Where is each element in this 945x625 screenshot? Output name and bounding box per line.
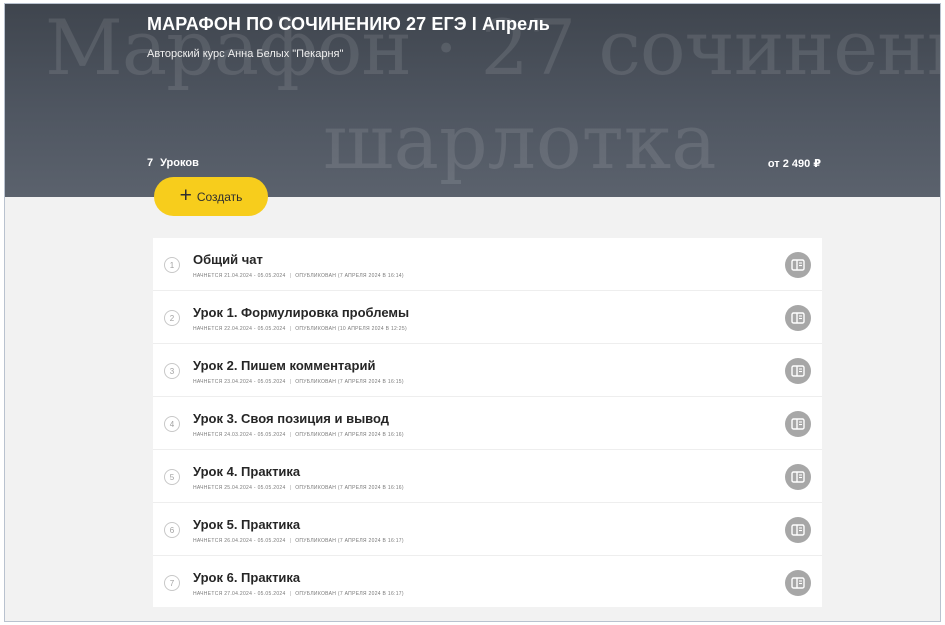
lesson-schedule: НАЧНЕТСЯ 21.04.2024 - 05.05.2024	[193, 273, 286, 279]
lesson-published: ОПУБЛИКОВАН (7 АПРЕЛЯ 2024 В 16:17)	[295, 538, 404, 544]
price: от 2 490 ₽	[767, 158, 821, 170]
course-subtitle: Авторский курс Анна Белых "Пекарня"	[147, 48, 344, 60]
lesson-list: 1 Общий чат НАЧНЕТСЯ 21.04.2024 - 05.05.20…	[153, 238, 822, 607]
lesson-schedule: НАЧНЕТСЯ 25.04.2024 - 05.05.2024	[193, 485, 286, 491]
meta-divider: |	[289, 538, 292, 544]
lesson-title[interactable]: Урок 2. Пишем комментарий	[193, 358, 375, 373]
lesson-schedule: НАЧНЕТСЯ 24.03.2024 - 05.05.2024	[193, 432, 286, 438]
meta-divider: |	[289, 379, 292, 385]
lesson-row[interactable]: 7 Урок 6. Практика НАЧНЕТСЯ 27.04.2024 - 0…	[153, 556, 822, 609]
lesson-row[interactable]: 5 Урок 4. Практика НАЧНЕТСЯ 25.04.2024 - 0…	[153, 450, 822, 503]
page-frame: Марафон · 27 сочинение шарлотка МАРАФОН …	[4, 3, 941, 622]
lesson-index: 3	[164, 363, 180, 379]
book-icon	[791, 577, 805, 589]
lesson-schedule: НАЧНЕТСЯ 27.04.2024 - 05.05.2024	[193, 591, 286, 597]
lesson-action-button[interactable]	[785, 252, 811, 278]
meta-divider: |	[289, 273, 292, 279]
meta-divider: |	[289, 326, 292, 332]
lesson-action-button[interactable]	[785, 411, 811, 437]
lesson-index: 1	[164, 257, 180, 273]
lesson-schedule: НАЧНЕТСЯ 22.04.2024 - 05.05.2024	[193, 326, 286, 332]
create-button-label: Создать	[196, 189, 243, 204]
meta-divider: |	[289, 432, 292, 438]
background-text: шарлотка	[323, 97, 717, 186]
lesson-row[interactable]: 6 Урок 5. Практика НАЧНЕТСЯ 26.04.2024 - 0…	[153, 503, 822, 556]
lesson-title[interactable]: Общий чат	[193, 252, 263, 267]
lesson-meta: НАЧНЕТСЯ 25.04.2024 - 05.05.2024 | ОПУБЛИК…	[193, 485, 404, 491]
meta-divider: |	[289, 485, 292, 491]
create-button[interactable]: + Создать	[154, 177, 268, 216]
book-icon	[791, 471, 805, 483]
book-icon	[791, 259, 805, 271]
lesson-published: ОПУБЛИКОВАН (7 АПРЕЛЯ 2024 В 16:17)	[295, 591, 404, 597]
lesson-published: ОПУБЛИКОВАН (7 АПРЕЛЯ 2024 В 16:16)	[295, 432, 404, 438]
lesson-published: ОПУБЛИКОВАН (7 АПРЕЛЯ 2024 В 16:15)	[295, 379, 404, 385]
lesson-index: 5	[164, 469, 180, 485]
lesson-published: ОПУБЛИКОВАН (7 АПРЕЛЯ 2024 В 16:14)	[295, 273, 404, 279]
book-icon	[791, 365, 805, 377]
lesson-row[interactable]: 3 Урок 2. Пишем комментарий НАЧНЕТСЯ 23.04…	[153, 344, 822, 397]
lesson-index: 6	[164, 522, 180, 538]
book-icon	[791, 418, 805, 430]
course-title: МАРАФОН ПО СОЧИНЕНИЮ 27 ЕГЭ I Апрель	[147, 14, 550, 34]
plus-icon: +	[179, 184, 192, 207]
lesson-index: 7	[164, 575, 180, 591]
lesson-published: ОПУБЛИКОВАН (10 АПРЕЛЯ 2024 В 12:25)	[295, 326, 407, 332]
course-header: Марафон · 27 сочинение шарлотка МАРАФОН …	[5, 4, 940, 197]
lesson-schedule: НАЧНЕТСЯ 26.04.2024 - 05.05.2024	[193, 538, 286, 544]
lesson-title[interactable]: Урок 6. Практика	[193, 570, 300, 585]
lesson-meta: НАЧНЕТСЯ 21.04.2024 - 05.05.2024 | ОПУБЛИК…	[193, 273, 404, 279]
lesson-meta: НАЧНЕТСЯ 22.04.2024 - 05.05.2024 | ОПУБЛИК…	[193, 326, 407, 332]
meta-divider: |	[289, 591, 292, 597]
lesson-meta: НАЧНЕТСЯ 24.03.2024 - 05.05.2024 | ОПУБЛИК…	[193, 432, 404, 438]
lesson-action-button[interactable]	[785, 358, 811, 384]
lesson-published: ОПУБЛИКОВАН (7 АПРЕЛЯ 2024 В 16:16)	[295, 485, 404, 491]
lesson-meta: НАЧНЕТСЯ 26.04.2024 - 05.05.2024 | ОПУБЛИК…	[193, 538, 404, 544]
lesson-row[interactable]: 1 Общий чат НАЧНЕТСЯ 21.04.2024 - 05.05.20…	[153, 238, 822, 291]
lesson-action-button[interactable]	[785, 464, 811, 490]
lessons-count: 7 Уроков	[147, 157, 199, 169]
lesson-row[interactable]: 4 Урок 3. Своя позиция и вывод НАЧНЕТСЯ 24…	[153, 397, 822, 450]
lesson-action-button[interactable]	[785, 305, 811, 331]
lesson-title[interactable]: Урок 5. Практика	[193, 517, 300, 532]
lesson-title[interactable]: Урок 3. Своя позиция и вывод	[193, 411, 389, 426]
lesson-schedule: НАЧНЕТСЯ 23.04.2024 - 05.05.2024	[193, 379, 286, 385]
lesson-title[interactable]: Урок 1. Формулировка проблемы	[193, 305, 409, 320]
lesson-action-button[interactable]	[785, 570, 811, 596]
lesson-index: 2	[164, 310, 180, 326]
lesson-row[interactable]: 2 Урок 1. Формулировка проблемы НАЧНЕТСЯ 2…	[153, 291, 822, 344]
book-icon	[791, 312, 805, 324]
lessons-count-label: Уроков	[160, 157, 199, 169]
lesson-action-button[interactable]	[785, 517, 811, 543]
lesson-meta: НАЧНЕТСЯ 23.04.2024 - 05.05.2024 | ОПУБЛИК…	[193, 379, 404, 385]
lesson-meta: НАЧНЕТСЯ 27.04.2024 - 05.05.2024 | ОПУБЛИК…	[193, 591, 404, 597]
lessons-count-number: 7	[147, 157, 154, 169]
lesson-title[interactable]: Урок 4. Практика	[193, 464, 300, 479]
book-icon	[791, 524, 805, 536]
lesson-index: 4	[164, 416, 180, 432]
